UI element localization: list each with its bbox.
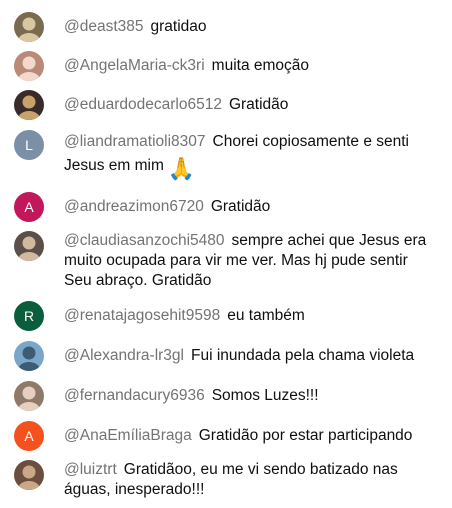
- message-author[interactable]: @fernandacury6936: [64, 387, 205, 404]
- message-body: @deast385 gratidao: [64, 17, 442, 37]
- avatar-letter: L: [25, 137, 33, 153]
- message-body: @andreazimon6720 Gratidão: [64, 197, 442, 217]
- message-author[interactable]: @renatajagosehit9598: [64, 307, 220, 324]
- avatar[interactable]: L: [14, 130, 44, 160]
- message-author[interactable]: @Alexandra-lr3gl: [64, 347, 184, 364]
- photo-avatar-icon: [18, 465, 40, 490]
- message-author[interactable]: @AnaEmíliaBraga: [64, 427, 192, 444]
- avatar[interactable]: [14, 231, 44, 261]
- message-body: @luiztrt Gratidãoo, eu me vi sendo batiza…: [64, 460, 434, 500]
- praying-hands-emoji-icon: 🙏: [167, 156, 196, 181]
- message-author[interactable]: @liandramatioli8307: [64, 133, 206, 150]
- photo-avatar-icon: [18, 386, 40, 411]
- message-body: @fernandacury6936 Somos Luzes!!!: [64, 386, 442, 406]
- message-author[interactable]: @andreazimon6720: [64, 198, 204, 215]
- message-text: Fui inundada pela chama violeta: [190, 347, 415, 364]
- message-body: @eduardodecarlo6512 Gratidão: [64, 95, 442, 115]
- avatar[interactable]: [14, 381, 44, 411]
- avatar[interactable]: [14, 51, 44, 81]
- avatar[interactable]: [14, 341, 44, 371]
- avatar[interactable]: [14, 90, 44, 120]
- avatar[interactable]: A: [14, 192, 44, 222]
- message-author[interactable]: @deast385: [64, 18, 144, 35]
- avatar-letter: A: [24, 428, 34, 444]
- message-body: @liandramatioli8307 Chorei copiosamente e…: [64, 130, 434, 181]
- photo-avatar-icon: [18, 17, 40, 42]
- message-text: muita emoção: [211, 57, 310, 74]
- message-text: Gratidão por estar participando: [198, 427, 413, 444]
- avatar-letter: A: [24, 199, 34, 215]
- message-author[interactable]: @AngelaMaria-ck3ri: [64, 57, 205, 74]
- message-text: Gratidão: [228, 96, 289, 113]
- message-body: @Alexandra-lr3gl Fui inundada pela chama …: [64, 346, 442, 366]
- avatar[interactable]: [14, 460, 44, 490]
- message-text: gratidao: [150, 18, 207, 35]
- message-author[interactable]: @claudiasanzochi5480: [64, 232, 225, 249]
- photo-avatar-icon: [18, 236, 40, 261]
- avatar-letter: R: [23, 308, 35, 324]
- message-author[interactable]: @eduardodecarlo6512: [64, 96, 222, 113]
- message-body: @claudiasanzochi5480 sempre achei que Jes…: [64, 231, 434, 291]
- message-text: Somos Luzes!!!: [211, 387, 319, 404]
- message-text: eu também: [227, 307, 305, 324]
- avatar[interactable]: A: [14, 421, 44, 451]
- live-chat-list: @deast385 gratidao @AngelaMaria-ck3ri muit…: [0, 0, 452, 508]
- message-body: @AnaEmíliaBraga Gratidão por estar partic…: [64, 426, 442, 446]
- message-body: @AngelaMaria-ck3ri muita emoção: [64, 56, 442, 76]
- message-body: @renatajagosehit9598 eu também: [64, 306, 442, 326]
- message-author[interactable]: @luiztrt: [64, 461, 117, 478]
- message-text: Gratidão: [210, 198, 271, 215]
- photo-avatar-icon: [18, 95, 40, 120]
- avatar[interactable]: R: [14, 301, 44, 331]
- photo-avatar-icon: [18, 56, 40, 81]
- avatar[interactable]: [14, 12, 44, 42]
- photo-avatar-icon: [18, 346, 40, 371]
